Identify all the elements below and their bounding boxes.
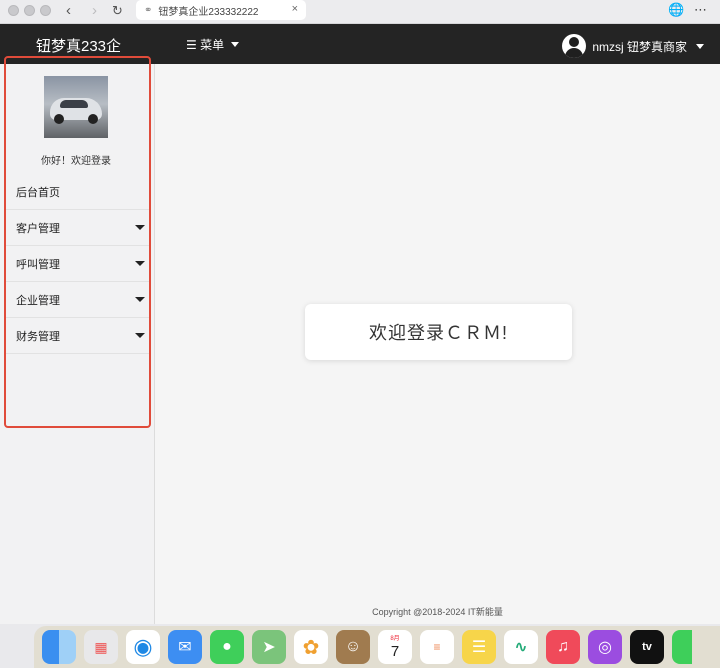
photos-icon[interactable]: ✿ (294, 630, 328, 664)
app-header: 钮梦真233企 ☰ 菜单 nmzsj 钮梦真商家 (0, 24, 720, 64)
tab-title: 钮梦真企业233332222 (158, 6, 259, 18)
more-icon[interactable]: ⋯ (694, 2, 707, 18)
forward-icon[interactable]: › (92, 2, 97, 20)
chevron-down-icon (135, 297, 145, 302)
dock: ▦ ◉ ✉ ● ➤ ✿ ☺ 8月 7 ≡ ☰ ∿ ♫ ◎ tv (34, 626, 720, 668)
chevron-down-icon (135, 261, 145, 266)
tv-label: tv (642, 641, 652, 653)
freeform-icon[interactable]: ∿ (504, 630, 538, 664)
footer-copyright: Copyright @2018-2024 IT新能量 (372, 607, 503, 617)
chevron-down-icon (135, 333, 145, 338)
close-window-button[interactable] (8, 5, 19, 16)
podcasts-icon[interactable]: ◎ (588, 630, 622, 664)
chevron-down-icon (231, 42, 240, 47)
avatar (562, 34, 587, 58)
menu-toggle[interactable]: ☰ 菜单 (186, 36, 240, 53)
sidebar-item-label: 企业管理 (16, 294, 60, 307)
sidebar-menu: 后台首页 客户管理 呼叫管理 企业管理 财务管理 (6, 174, 149, 354)
sidebar-item-calls[interactable]: 呼叫管理 (6, 246, 149, 282)
back-icon[interactable]: ‹ (66, 2, 71, 20)
calendar-day: 7 (390, 642, 400, 660)
finder-icon[interactable] (42, 630, 76, 664)
sidebar-item-label: 客户管理 (16, 222, 60, 235)
user-menu[interactable]: nmzsj 钮梦真商家 (562, 34, 704, 58)
safari-icon[interactable]: ◉ (126, 630, 160, 664)
maps-icon[interactable]: ➤ (252, 630, 286, 664)
messages-icon[interactable]: ● (210, 630, 244, 664)
link-icon: ⚭ (144, 4, 153, 16)
browser-tab[interactable]: ⚭ 钮梦真企业233332222 × (136, 0, 306, 20)
reload-icon[interactable]: ↻ (112, 2, 123, 20)
notes-icon[interactable]: ☰ (462, 630, 496, 664)
zoom-window-button[interactable] (40, 5, 51, 16)
minimize-window-button[interactable] (24, 5, 35, 16)
browser-toolbar: ‹ › ↻ ⚭ 钮梦真企业233332222 × 🌐 ⋯ (0, 0, 720, 24)
music-icon[interactable]: ♫ (546, 630, 580, 664)
sidebar-item-home[interactable]: 后台首页 (6, 174, 149, 210)
user-name: nmzsj 钮梦真商家 (592, 39, 687, 54)
globe-icon[interactable]: 🌐 (668, 2, 684, 18)
contacts-icon[interactable]: ☺ (336, 630, 370, 664)
welcome-text: 你好！欢迎登录 (41, 156, 111, 167)
tv-icon[interactable]: tv (630, 630, 664, 664)
calendar-icon[interactable]: 8月 7 (378, 630, 412, 664)
chevron-down-icon (696, 43, 704, 49)
reminders-icon[interactable]: ≡ (420, 630, 454, 664)
profile-image (44, 76, 108, 138)
launchpad-icon[interactable]: ▦ (84, 630, 118, 664)
chevron-down-icon (135, 225, 145, 230)
brand-title[interactable]: 钮梦真233企 (36, 35, 121, 56)
welcome-card: 欢迎登录ＣＲＭ! (305, 304, 572, 360)
sidebar-item-finance[interactable]: 财务管理 (6, 318, 149, 354)
sidebar-item-customers[interactable]: 客户管理 (6, 210, 149, 246)
sidebar-item-label: 后台首页 (16, 186, 60, 199)
calendar-month: 8月 (390, 635, 400, 642)
mail-icon[interactable]: ✉ (168, 630, 202, 664)
tab-close-icon[interactable]: × (292, 3, 298, 15)
sidebar-item-label: 呼叫管理 (16, 258, 60, 271)
sidebar-item-label: 财务管理 (16, 330, 60, 343)
menu-label: ☰ 菜单 (186, 38, 225, 52)
main-content: 欢迎登录ＣＲＭ! Copyright @2018-2024 IT新能量 (155, 64, 720, 624)
facetime-icon[interactable] (672, 630, 692, 664)
sidebar-item-enterprise[interactable]: 企业管理 (6, 282, 149, 318)
sidebar: 你好！欢迎登录 后台首页 客户管理 呼叫管理 企业管理 财务管理 (0, 64, 155, 624)
